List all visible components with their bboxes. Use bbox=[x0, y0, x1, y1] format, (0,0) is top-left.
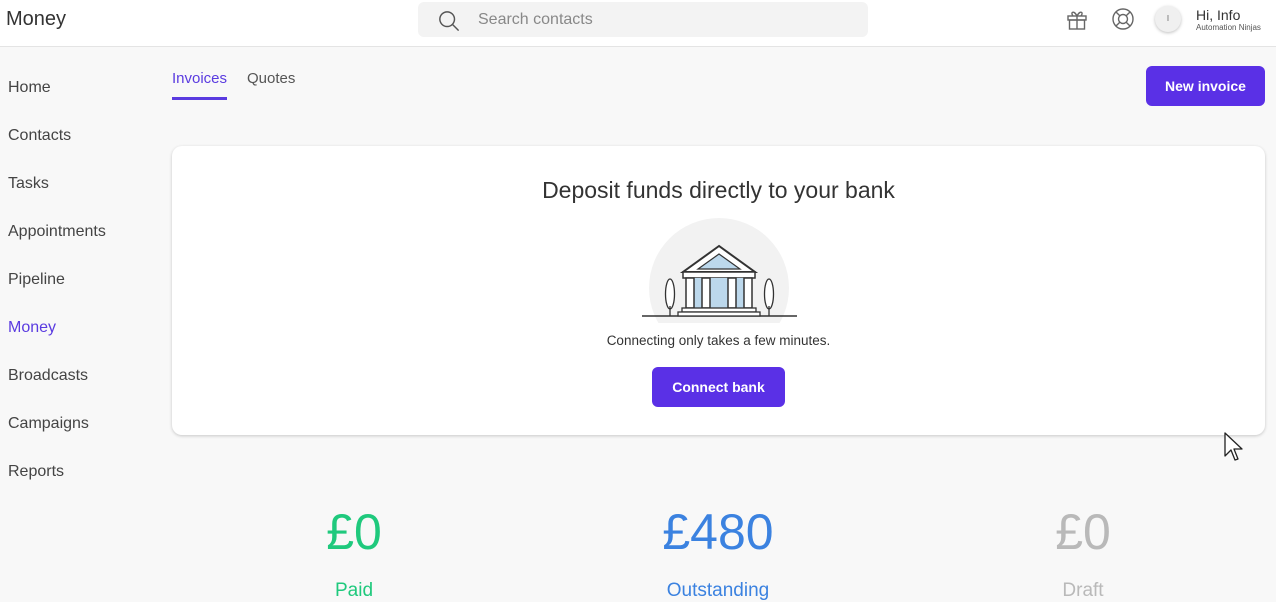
search-icon bbox=[439, 11, 459, 31]
search-input[interactable]: Search contacts bbox=[418, 2, 868, 37]
card-subtitle: Connecting only takes a few minutes. bbox=[606, 333, 831, 348]
sidebar-item-broadcasts[interactable]: Broadcasts bbox=[0, 352, 150, 400]
sidebar-item-money[interactable]: Money bbox=[0, 304, 150, 352]
user-greeting[interactable]: Hi, Info bbox=[1196, 7, 1240, 23]
sidebar-item-home[interactable]: Home bbox=[0, 64, 150, 112]
stat-draft-label: Draft bbox=[1062, 580, 1104, 601]
sidebar: Home Contacts Tasks Appointments Pipelin… bbox=[0, 64, 150, 496]
sidebar-item-appointments[interactable]: Appointments bbox=[0, 208, 150, 256]
stat-outstanding[interactable]: £480 Outstanding bbox=[608, 502, 828, 602]
sidebar-item-tasks[interactable]: Tasks bbox=[0, 160, 150, 208]
stat-paid-label: Paid bbox=[334, 580, 374, 601]
connect-bank-button[interactable]: Connect bank bbox=[652, 367, 785, 407]
bank-icon bbox=[642, 218, 797, 323]
avatar[interactable]: I bbox=[1155, 6, 1181, 32]
sidebar-item-campaigns[interactable]: Campaigns bbox=[0, 400, 150, 448]
sidebar-item-contacts[interactable]: Contacts bbox=[0, 112, 150, 160]
stat-outstanding-value: £480 bbox=[662, 504, 774, 560]
app-title: Money bbox=[6, 8, 67, 30]
top-bar: Money Search contacts I Hi, Info Automat… bbox=[0, 0, 1276, 47]
tab-invoices[interactable]: Invoices bbox=[172, 70, 228, 100]
tab-quotes[interactable]: Quotes bbox=[247, 70, 295, 97]
stat-draft[interactable]: £0 Draft bbox=[973, 502, 1193, 602]
gift-icon[interactable] bbox=[1065, 7, 1089, 31]
cursor-icon bbox=[1224, 432, 1243, 461]
new-invoice-button[interactable]: New invoice bbox=[1146, 66, 1265, 106]
search-placeholder: Search contacts bbox=[478, 11, 593, 28]
card-title: Deposit funds directly to your bank bbox=[542, 177, 895, 203]
stat-paid-value: £0 bbox=[326, 504, 382, 560]
user-company: Automation Ninjas bbox=[1196, 23, 1261, 32]
sidebar-item-pipeline[interactable]: Pipeline bbox=[0, 256, 150, 304]
connect-bank-card: Deposit funds directly to your bank Conn… bbox=[172, 146, 1265, 435]
stat-draft-value: £0 bbox=[1055, 504, 1111, 560]
sidebar-item-reports[interactable]: Reports bbox=[0, 448, 150, 496]
help-icon[interactable] bbox=[1111, 7, 1135, 31]
stat-paid[interactable]: £0 Paid bbox=[244, 502, 464, 602]
stat-outstanding-label: Outstanding bbox=[666, 580, 770, 601]
